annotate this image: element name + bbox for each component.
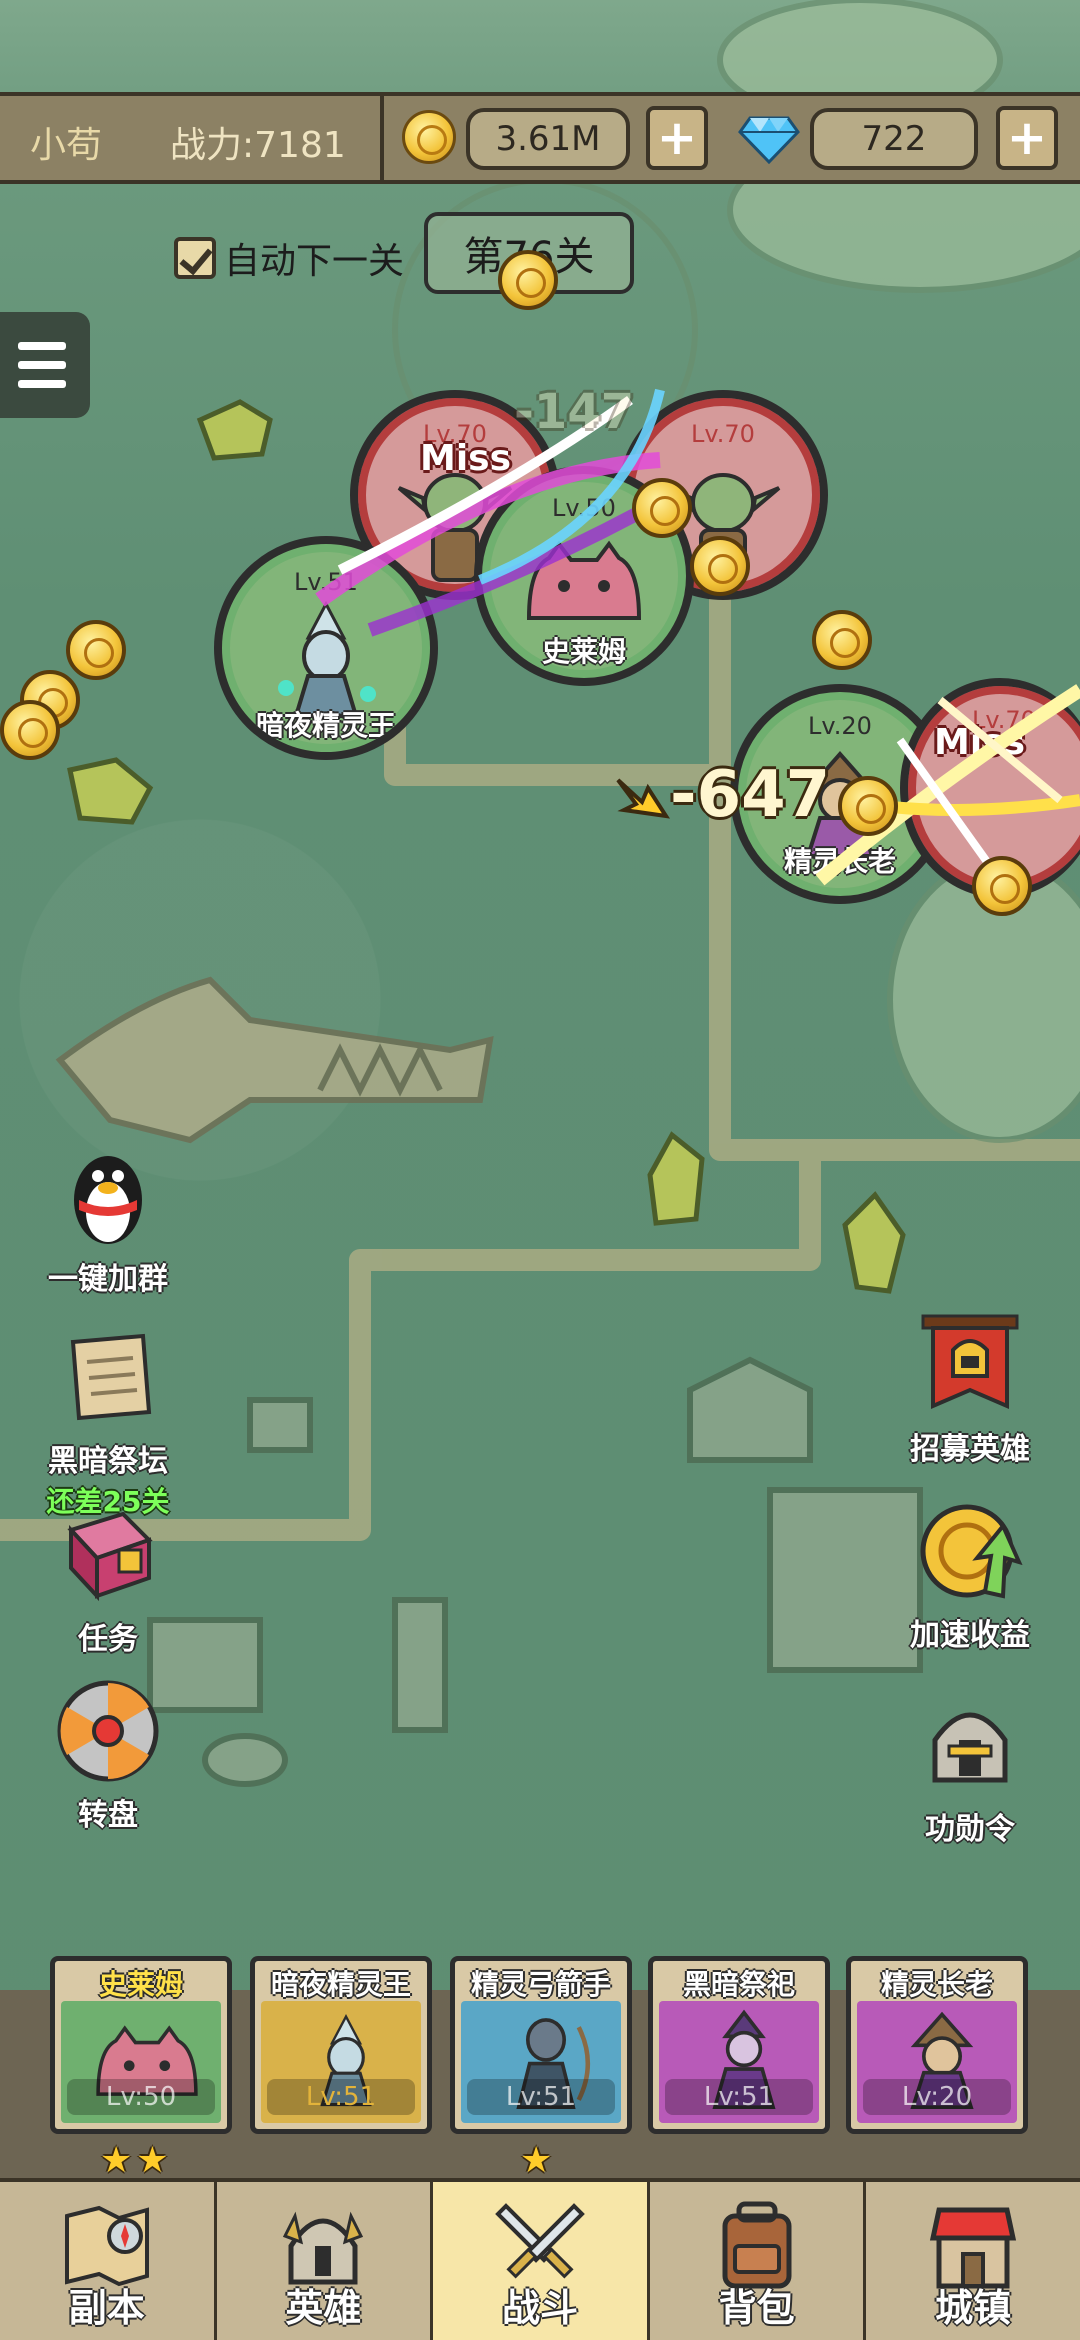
hero-name: 黑暗祭祀 — [682, 1968, 795, 2001]
auto-next-label: 自动下一关 — [224, 241, 405, 282]
hero-card[interactable]: 黑暗祭祀 Lv:51 — [648, 1956, 830, 2134]
scroll-altar-icon — [70, 1333, 152, 1421]
auto-next-checkbox[interactable] — [174, 237, 216, 279]
coin-icon — [402, 110, 456, 164]
hero-card[interactable]: 精灵长老 Lv:20 — [846, 1956, 1028, 2134]
hero-name: 暗夜精灵王 — [270, 1968, 411, 2001]
attack-slash-effect — [315, 388, 1080, 886]
tab-label: 副本 — [68, 2286, 145, 2330]
coin-drop — [66, 620, 126, 680]
tab-heroes[interactable]: 英雄 — [217, 2182, 434, 2340]
hero-card[interactable]: 暗夜精灵王 Lv:51 — [250, 1956, 432, 2134]
merit-order-button[interactable]: 功勋令 — [880, 1690, 1060, 1848]
add-coins-button[interactable]: + — [646, 106, 708, 170]
coin-drop — [498, 250, 558, 310]
coin-arrow-icon — [920, 1504, 1023, 1599]
feature-label: 一键加群 — [48, 1262, 168, 1297]
combat-power: 战力:7181 — [170, 125, 346, 166]
dark-altar-button[interactable]: 黑暗祭坛 还差25关 — [18, 1322, 198, 1520]
tab-town[interactable]: 城镇 — [866, 2182, 1080, 2340]
menu-icon-line — [18, 342, 66, 350]
coin-amount: 3.61M — [466, 108, 630, 170]
coin-drop — [632, 478, 692, 538]
gem-amount: 722 — [810, 108, 978, 170]
join-group-button[interactable]: 一键加群 — [18, 1140, 198, 1298]
quest-button[interactable]: 任务 — [18, 1500, 198, 1658]
hero-name: 精灵弓箭手 — [470, 1968, 611, 2001]
penguin-icon — [74, 1156, 142, 1244]
top-resource-bar: 小苟 战力:7181 3.61M + 722 + — [0, 92, 1080, 184]
hero-level: Lv:20 — [863, 2079, 1011, 2115]
menu-icon-line — [18, 361, 66, 369]
recruit-hero-button[interactable]: 招募英雄 — [880, 1310, 1060, 1468]
feature-label: 加速收益 — [910, 1618, 1030, 1653]
tab-dungeon[interactable]: 副本 — [0, 2182, 217, 2340]
feature-label: 任务 — [78, 1622, 138, 1657]
feature-label: 黑暗祭坛 — [48, 1444, 168, 1479]
divider — [380, 96, 384, 180]
hero-name: 史莱姆 — [98, 1968, 183, 2001]
hero-stars: ★ — [520, 2140, 557, 2181]
auto-next-toggle[interactable]: 自动下一关 — [174, 232, 404, 284]
damage-number: -147 — [514, 384, 635, 440]
damage-number: -647 — [670, 758, 831, 832]
tab-label: 战斗 — [501, 2286, 578, 2330]
bottom-navigation: 副本 英雄 战斗 背包 城镇 — [0, 2178, 1080, 2340]
hero-card[interactable]: 史莱姆 Lv:50 — [50, 1956, 232, 2134]
diamond-icon — [738, 116, 800, 164]
menu-button[interactable] — [0, 312, 90, 418]
helmet-icon — [932, 1712, 1008, 1783]
feature-label: 招募英雄 — [910, 1432, 1030, 1467]
hero-level: Lv:50 — [67, 2079, 215, 2115]
hero-name: 精灵长老 — [880, 1968, 993, 2001]
banner-helmet-icon — [921, 1314, 1019, 1410]
hero-stars: ★★ — [100, 2140, 173, 2181]
book-icon — [67, 1511, 153, 1602]
tab-backpack[interactable]: 背包 — [650, 2182, 867, 2340]
wheel-icon — [57, 1680, 159, 1782]
lucky-wheel-button[interactable]: 转盘 — [18, 1676, 198, 1834]
hero-card[interactable]: 精灵弓箭手 Lv:51 — [450, 1956, 632, 2134]
tab-battle[interactable]: 战斗 — [433, 2182, 650, 2340]
arrow-down-icon — [616, 778, 671, 819]
tab-label: 英雄 — [285, 2286, 362, 2330]
coin-drop — [0, 700, 60, 760]
add-gems-button[interactable]: + — [996, 106, 1058, 170]
coin-drop — [972, 856, 1032, 916]
tab-label: 背包 — [718, 2286, 795, 2330]
hero-level: Lv:51 — [267, 2079, 415, 2115]
player-name[interactable]: 小苟 — [30, 116, 102, 168]
coin-drop — [838, 776, 898, 836]
coin-drop — [690, 536, 750, 596]
menu-icon-line — [18, 380, 66, 388]
hero-level: Lv:51 — [467, 2079, 615, 2115]
hero-level: Lv:51 — [665, 2079, 813, 2115]
feature-label: 功勋令 — [925, 1812, 1015, 1847]
feature-label: 转盘 — [78, 1798, 138, 1833]
coin-drop — [812, 610, 872, 670]
tab-label: 城镇 — [935, 2286, 1012, 2330]
speed-up-income-button[interactable]: 加速收益 — [880, 1496, 1060, 1654]
